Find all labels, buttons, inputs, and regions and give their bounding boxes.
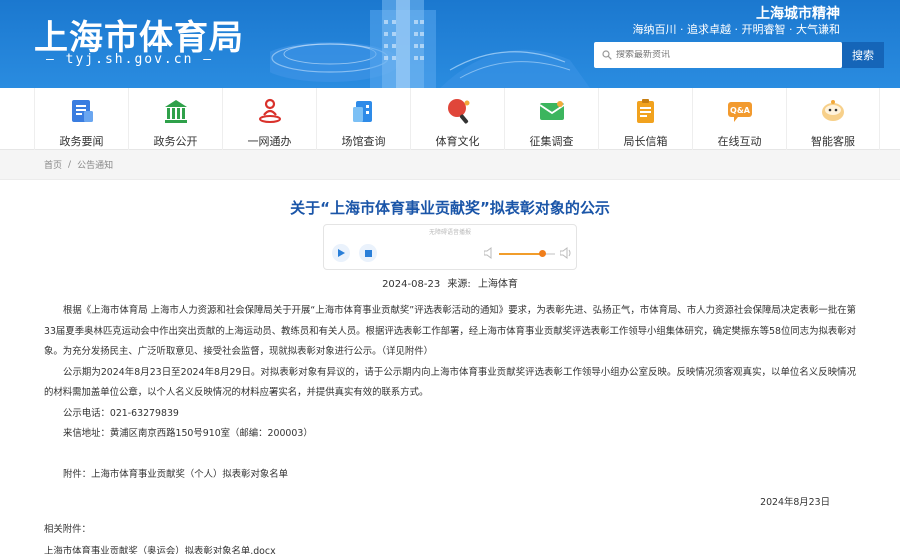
venue-icon xyxy=(349,96,379,126)
article-date: 2024-08-23 xyxy=(382,279,441,290)
related-attachments-label: 相关附件： xyxy=(44,523,91,535)
audio-player: 无障碍语音播报 xyxy=(323,224,577,270)
play-icon xyxy=(338,249,345,257)
nav-label: 在线互动 xyxy=(717,135,762,148)
nav-label: 智能客服 xyxy=(811,135,855,148)
government-building-icon xyxy=(161,96,191,126)
site-logo-url: — tyj.sh.gov.cn — xyxy=(46,52,214,67)
nav-label: 一网通办 xyxy=(247,135,292,148)
article-title: 关于“上海市体育事业贡献奖”拟表彰对象的公示 xyxy=(290,199,610,217)
nav-label: 征集调查 xyxy=(529,135,574,148)
volume-slider[interactable] xyxy=(499,250,555,257)
search-icon xyxy=(602,50,612,60)
nav-item-survey[interactable]: 征集调查 xyxy=(504,88,598,150)
volume-low-icon[interactable] xyxy=(484,247,494,259)
stop-button[interactable] xyxy=(359,244,377,262)
nav-item-culture[interactable]: 体育文化 xyxy=(410,88,504,150)
sign-date: 2024年8月23日 xyxy=(760,497,830,508)
breadcrumb-current[interactable]: 公告通知 xyxy=(77,158,113,171)
mailbox-clipboard-icon xyxy=(631,96,661,126)
pingpong-icon xyxy=(443,96,473,126)
volume-high-icon[interactable] xyxy=(560,247,572,259)
nav-item-smart-service[interactable]: 智能客服 xyxy=(786,88,880,150)
city-spirit-title: 上海城市精神 xyxy=(756,6,840,22)
nav-label: 局长信箱 xyxy=(623,135,668,148)
nav-label: 体育文化 xyxy=(435,135,480,148)
stop-icon xyxy=(364,249,372,257)
article-meta: 2024-08-23 来源: 上海体育 xyxy=(0,275,900,290)
nav-item-venue[interactable]: 场馆查询 xyxy=(316,88,410,150)
nav-item-gov-open[interactable]: 政务公开 xyxy=(128,88,222,150)
nav-label: 政务公开 xyxy=(153,135,198,148)
nav-item-interaction[interactable]: Q&A 在线互动 xyxy=(692,88,786,150)
volume-slider-fill xyxy=(499,253,543,255)
news-icon xyxy=(67,96,97,126)
survey-mail-icon xyxy=(537,96,567,126)
volume-slider-handle[interactable] xyxy=(539,250,547,257)
search-box[interactable] xyxy=(594,42,842,68)
audio-player-label: 无障碍语音播报 xyxy=(428,229,471,236)
breadcrumb-separator: / xyxy=(68,159,72,170)
article-paragraph: 根据《上海市体育局 上海市人力资源和社会保障局关于开展“上海市体育事业贡献奖”评… xyxy=(44,305,856,357)
related-attachment-link[interactable]: 上海市体育事业贡献奖（奥运会）拟表彰对象名单.docx xyxy=(44,542,856,554)
nav-item-one-network[interactable]: 一网通办 xyxy=(222,88,316,150)
article-source: 上海体育 xyxy=(477,279,518,290)
breadcrumb-home-link[interactable]: 首页 xyxy=(44,158,62,171)
svg-text:Q&A: Q&A xyxy=(730,106,751,115)
main-nav: 政务要闻 政务公开 一网通办 场馆查询 体育文化 征集调查 局长信箱 Q&A 在… xyxy=(0,88,900,150)
contact-phone: 公示电话：021-63279839 xyxy=(63,407,179,419)
article-paragraph: 公示期为2024年8月23日至2024年8月29日。对拟表彰对象有异议的，请于公… xyxy=(44,366,856,399)
nav-item-director-mailbox[interactable]: 局长信箱 xyxy=(598,88,692,150)
article-body: 根据《上海市体育局 上海市人力资源和社会保障局关于开展“上海市体育事业贡献奖”评… xyxy=(0,301,900,554)
skyline-illustration xyxy=(270,0,590,88)
nav-label: 场馆查询 xyxy=(341,135,386,148)
site-header: 上海市体育局 — tyj.sh.gov.cn — 上海城市精神 海纳百川 · 追… xyxy=(0,0,900,88)
breadcrumb: 首页 / 公告通知 xyxy=(0,150,900,180)
play-button[interactable] xyxy=(332,244,350,262)
nav-item-news[interactable]: 政务要闻 xyxy=(34,88,128,150)
nav-label: 政务要闻 xyxy=(59,135,104,148)
qa-chat-icon: Q&A xyxy=(725,96,755,126)
contact-address: 来信地址：黄浦区南京西路150号910室（邮编：200003） xyxy=(63,428,313,439)
robot-assistant-icon xyxy=(818,96,848,126)
network-person-icon xyxy=(255,96,285,126)
search-input[interactable] xyxy=(616,50,836,60)
attachment-note: 附件：上海市体育事业贡献奖（个人）拟表彰对象名单 xyxy=(63,468,289,480)
city-spirit-slogan: 海纳百川 · 追求卓越 · 开明睿智 · 大气谦和 xyxy=(632,23,840,36)
search-button[interactable]: 搜索 xyxy=(842,42,884,68)
article-source-label: 来源: xyxy=(447,279,471,290)
